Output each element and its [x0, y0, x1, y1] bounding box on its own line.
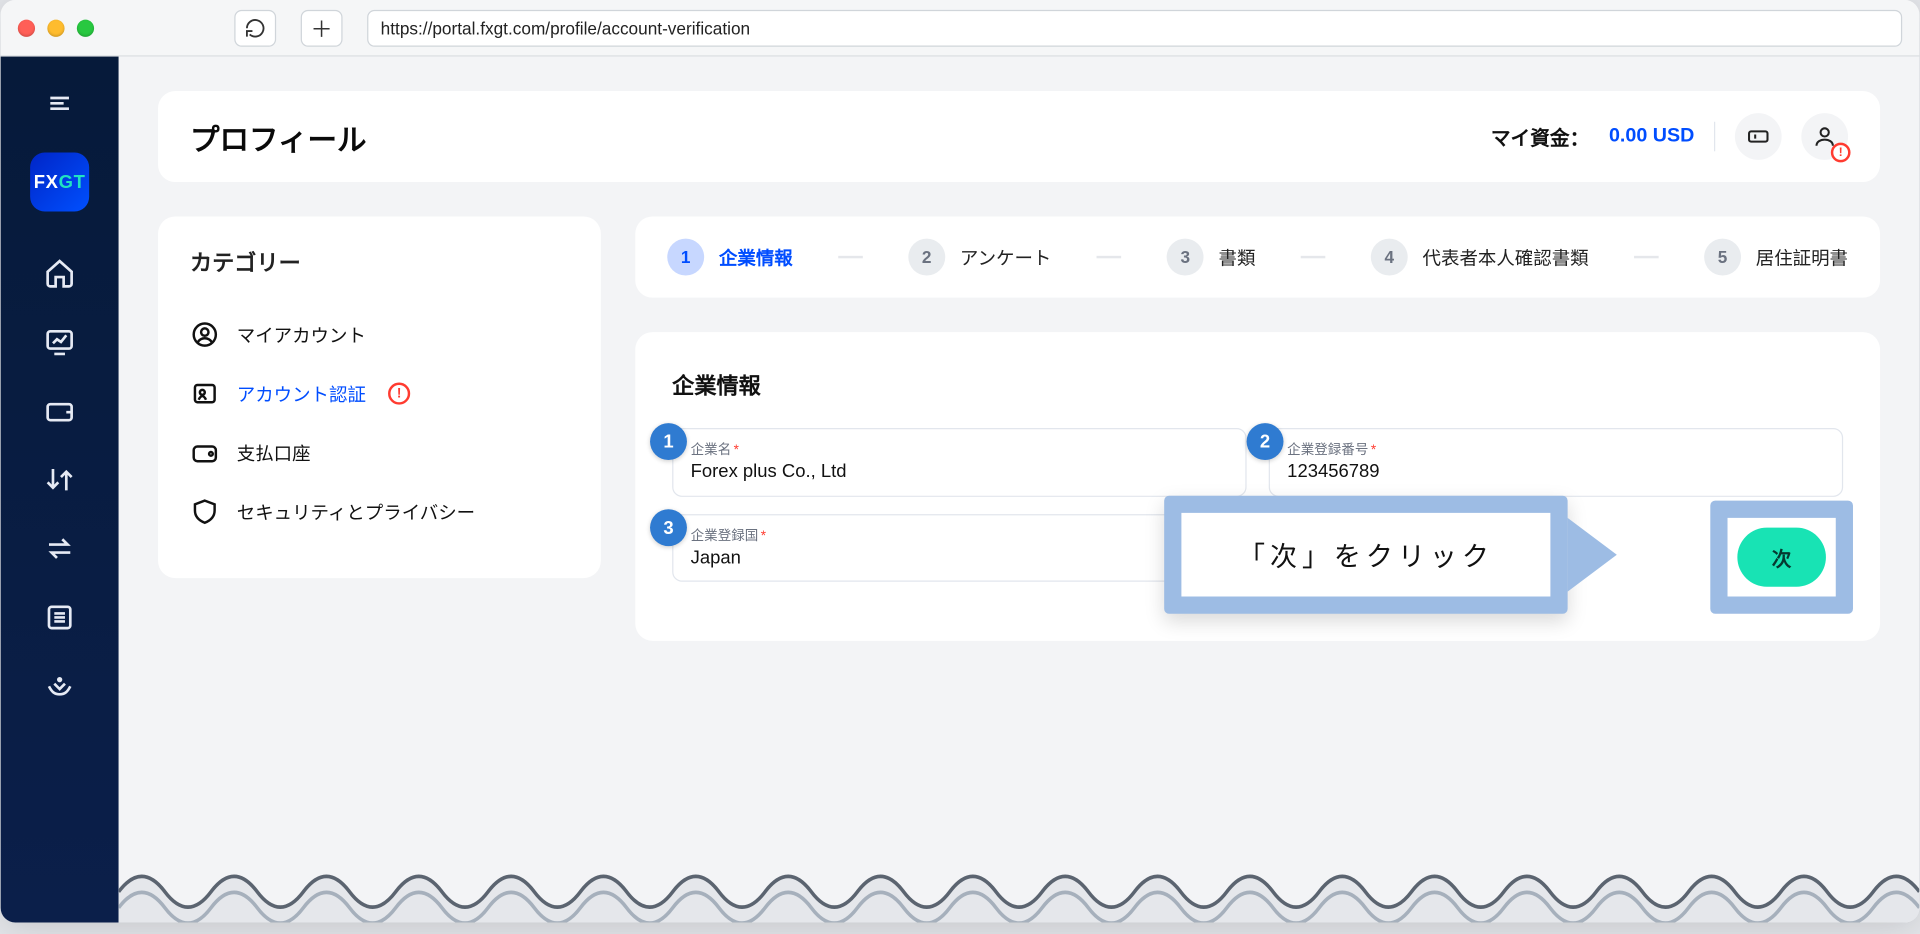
form-section-title: 企業情報 — [672, 369, 1843, 401]
user-circle-icon — [190, 320, 220, 350]
step-label: 居住証明書 — [1756, 244, 1848, 270]
shield-icon — [190, 497, 220, 527]
funds-label: マイ資金： — [1491, 122, 1589, 152]
company-info-form: 企業情報 1 企業名* 2 — [635, 332, 1880, 641]
category-card: カテゴリー マイアカウント アカウント認証 支払口座 — [158, 216, 601, 578]
instruction-callout: 「次」をクリック — [1164, 496, 1567, 614]
ticket-icon[interactable] — [1735, 113, 1782, 160]
minimize-window-button[interactable] — [47, 19, 64, 36]
maximize-window-button[interactable] — [77, 19, 94, 36]
step-questionnaire[interactable]: 2 アンケート — [908, 239, 1051, 276]
step-divider — [1097, 256, 1122, 258]
chart-monitor-icon[interactable] — [40, 322, 79, 361]
step-number: 3 — [1167, 239, 1204, 276]
category-item-payment-accounts[interactable]: 支払口座 — [190, 423, 569, 482]
transfer-icon[interactable] — [40, 460, 79, 499]
category-item-label: 支払口座 — [237, 440, 311, 466]
step-label: 代表者本人確認書類 — [1423, 244, 1589, 270]
address-bar[interactable] — [367, 9, 1902, 46]
torn-edge-decoration — [119, 849, 1920, 923]
main-column: 1 企業情報 2 アンケート 3 書類 — [635, 216, 1880, 640]
app-shell: FXGT — [1, 57, 1920, 923]
page-title: プロフィール — [190, 115, 367, 158]
annotation-bubble-1: 1 — [650, 423, 687, 460]
next-button-highlight: 次 — [1710, 501, 1853, 614]
category-title: カテゴリー — [190, 246, 569, 278]
registration-country-select[interactable]: 企業登録国* Japan ▼ — [672, 514, 1246, 582]
registration-country-field-wrap: 3 企業登録国* Japan ▼ — [672, 514, 1246, 582]
step-number: 5 — [1704, 239, 1741, 276]
category-item-label: セキュリティとプライバシー — [237, 499, 475, 525]
id-card-icon — [190, 379, 220, 409]
registration-number-field-wrap: 2 企業登録番号* — [1269, 428, 1843, 497]
company-name-input[interactable] — [691, 461, 1229, 482]
home-icon[interactable] — [40, 253, 79, 292]
field-label: 企業登録番号* — [1287, 439, 1825, 459]
main-canvas: プロフィール マイ資金： 0.00 USD — [119, 57, 1920, 923]
category-item-security-privacy[interactable]: セキュリティとプライバシー — [190, 482, 569, 541]
annotation-bubble-2: 2 — [1247, 423, 1284, 460]
registration-country-value: Japan — [691, 547, 1229, 568]
close-window-button[interactable] — [18, 19, 35, 36]
step-documents[interactable]: 3 書類 — [1167, 239, 1256, 276]
step-label: 企業情報 — [719, 244, 793, 270]
category-item-account-verification[interactable]: アカウント認証 — [190, 364, 569, 423]
wallet-icon[interactable] — [40, 391, 79, 430]
alert-icon — [388, 383, 410, 405]
step-number: 1 — [667, 239, 704, 276]
category-item-label: アカウント認証 — [237, 381, 366, 407]
menu-icon[interactable] — [40, 84, 79, 123]
company-name-field-wrap: 1 企業名* — [672, 428, 1246, 497]
browser-chrome: ＋ — [1, 0, 1920, 57]
step-proof-of-address[interactable]: 5 居住証明書 — [1704, 239, 1848, 276]
avatar-button[interactable] — [1801, 113, 1848, 160]
category-item-my-account[interactable]: マイアカウント — [190, 305, 569, 364]
progress-stepper: 1 企業情報 2 アンケート 3 書類 — [635, 216, 1880, 297]
form-row-1: 1 企業名* 2 企業登録番号* — [672, 428, 1843, 497]
brand-fx: FX — [34, 172, 59, 193]
browser-window: ＋ FXGT — [1, 0, 1920, 923]
step-label: アンケート — [960, 244, 1052, 270]
brand-logo: FXGT — [30, 153, 89, 212]
brand-gt: GT — [59, 172, 86, 193]
page-header: プロフィール マイ資金： 0.00 USD — [158, 91, 1880, 182]
step-divider — [1634, 256, 1659, 258]
alert-badge-icon — [1831, 143, 1851, 163]
registration-number-field[interactable]: 企業登録番号* — [1269, 428, 1843, 497]
step-number: 2 — [908, 239, 945, 276]
content-row: カテゴリー マイアカウント アカウント認証 支払口座 — [158, 216, 1880, 640]
step-company-info[interactable]: 1 企業情報 — [667, 239, 792, 276]
divider — [1714, 122, 1715, 152]
step-divider — [838, 256, 863, 258]
funds-value: 0.00 USD — [1609, 125, 1694, 147]
wallet-icon — [190, 438, 220, 468]
new-tab-button[interactable]: ＋ — [301, 9, 343, 46]
reload-button[interactable] — [234, 9, 276, 46]
step-divider — [1301, 256, 1326, 258]
step-number: 4 — [1371, 239, 1408, 276]
window-controls — [18, 19, 94, 36]
company-name-field[interactable]: 企業名* — [672, 428, 1246, 497]
handshake-icon[interactable] — [40, 667, 79, 706]
field-label: 企業登録国* — [691, 525, 1229, 545]
annotation-bubble-3: 3 — [650, 509, 687, 546]
registration-number-input[interactable] — [1287, 461, 1825, 482]
field-label: 企業名* — [691, 439, 1229, 459]
app-sidebar: FXGT — [1, 57, 119, 923]
category-item-label: マイアカウント — [237, 322, 366, 348]
step-label: 書類 — [1219, 244, 1256, 270]
header-right: マイ資金： 0.00 USD — [1491, 113, 1848, 160]
next-button[interactable]: 次 — [1737, 528, 1826, 587]
step-representative-id[interactable]: 4 代表者本人確認書類 — [1371, 239, 1589, 276]
swap-icon[interactable] — [40, 529, 79, 568]
list-icon[interactable] — [40, 598, 79, 637]
